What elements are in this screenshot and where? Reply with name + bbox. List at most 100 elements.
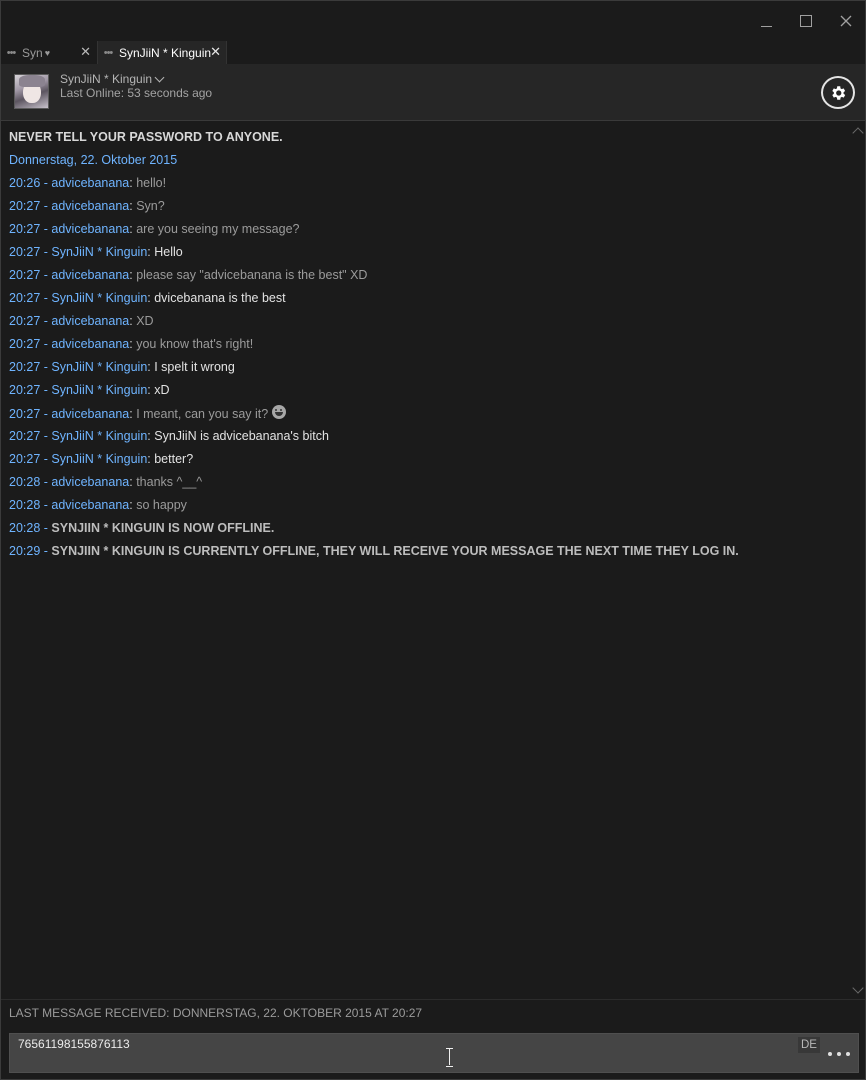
friend-header: SynJiiN * Kinguin Last Online: 53 second… [1, 64, 865, 121]
message-time: 20:29 [9, 544, 41, 558]
chat-message: 20:27 - SynJiiN * Kinguin: xD [9, 383, 170, 397]
message-time: 20:27 [9, 291, 41, 305]
tab-menu-icon[interactable]: ••• [98, 47, 116, 59]
system-text: SYNJIIN * KINGUIN IS NOW OFFLINE. [51, 521, 275, 535]
message-time: 20:27 [9, 222, 41, 236]
tab-label: Syn [22, 45, 43, 60]
dot-icon [837, 1052, 841, 1056]
system-message: 20:28 - SYNJIIN * KINGUIN IS NOW OFFLINE… [9, 521, 275, 535]
dot-icon [828, 1052, 832, 1056]
chat-log: NEVER TELL YOUR PASSWORD TO ANYONE. Donn… [1, 122, 851, 999]
message-time: 20:27 [9, 452, 41, 466]
system-text: SYNJIIN * KINGUIN IS CURRENTLY OFFLINE, … [51, 544, 739, 558]
tab-label: SynJiiN * Kinguin [119, 45, 212, 60]
chat-message: 20:27 - SynJiiN * Kinguin: I spelt it wr… [9, 360, 235, 374]
dot-icon [846, 1052, 850, 1056]
message-sender: advicebanana [51, 222, 130, 236]
chat-window: ••• Syn ♥ ✕ ••• SynJiiN * Kinguin ✕ SynJ… [0, 0, 866, 1080]
avatar[interactable] [14, 74, 49, 109]
last-message-received: LAST MESSAGE RECEIVED: DONNERSTAG, 22. O… [9, 1006, 423, 1020]
message-time: 20:27 [9, 245, 41, 259]
tab-close-icon[interactable]: ✕ [80, 44, 91, 60]
message-text: SynJiiN is advicebanana's bitch [154, 429, 329, 443]
message-time: 20:27 [9, 337, 41, 351]
system-message: 20:29 - SYNJIIN * KINGUIN IS CURRENTLY O… [9, 544, 739, 558]
chat-message: 20:27 - advicebanana: you know that's ri… [9, 337, 254, 351]
last-online-status: Last Online: 53 seconds ago [60, 86, 213, 100]
message-text: please say "advicebanana is the best" XD [136, 268, 368, 282]
friend-name-dropdown[interactable]: SynJiiN * Kinguin [60, 72, 165, 86]
grin-emoticon-icon [272, 405, 287, 419]
message-text: hello! [136, 176, 167, 190]
scroll-down-arrow-icon[interactable] [852, 985, 864, 995]
message-input-text[interactable]: 76561198155876113 [18, 1037, 130, 1051]
message-time: 20:27 [9, 314, 41, 328]
message-text: thanks ^__^ [136, 475, 203, 489]
message-text: so happy [136, 498, 187, 512]
minimize-icon[interactable] [754, 9, 778, 33]
chat-message: 20:27 - advicebanana: are you seeing my … [9, 222, 300, 236]
tab-close-icon[interactable]: ✕ [210, 44, 221, 60]
text-cursor-icon [446, 1048, 454, 1067]
message-sender: SynJiiN * Kinguin [51, 429, 148, 443]
date-header: Donnerstag, 22. Oktober 2015 [9, 153, 178, 167]
message-text: xD [154, 383, 170, 397]
heart-icon: ♥ [44, 47, 51, 58]
message-sender: SynJiiN * Kinguin [51, 245, 148, 259]
message-time: 20:28 [9, 521, 41, 535]
title-bar[interactable] [1, 1, 865, 41]
chat-message: 20:27 - advicebanana: XD [9, 314, 154, 328]
message-time: 20:26 [9, 176, 41, 190]
message-sender: advicebanana [51, 268, 130, 282]
message-text: better? [154, 452, 194, 466]
chat-message: 20:26 - advicebanana: hello! [9, 176, 167, 190]
tab-syn[interactable]: ••• Syn ♥ ✕ [1, 41, 96, 64]
message-sender: advicebanana [51, 314, 130, 328]
message-time: 20:27 [9, 199, 41, 213]
chat-message: 20:28 - advicebanana: thanks ^__^ [9, 475, 203, 489]
tab-menu-icon[interactable]: ••• [1, 47, 19, 59]
message-sender: SynJiiN * Kinguin [51, 383, 148, 397]
chevron-down-icon [154, 72, 165, 82]
maximize-icon[interactable] [794, 9, 818, 33]
message-text: Hello [154, 245, 183, 259]
message-time: 20:27 [9, 268, 41, 282]
friend-name: SynJiiN * Kinguin [60, 72, 153, 86]
chat-message: 20:28 - advicebanana: so happy [9, 498, 187, 512]
message-sender: advicebanana [51, 498, 130, 512]
settings-button[interactable] [821, 76, 855, 109]
message-sender: advicebanana [51, 407, 130, 421]
message-text: Syn? [136, 199, 165, 213]
message-time: 20:28 [9, 475, 41, 489]
chat-message: 20:27 - advicebanana: Syn? [9, 199, 165, 213]
message-sender: advicebanana [51, 475, 130, 489]
chat-message: 20:27 - advicebanana: I meant, can you s… [9, 405, 287, 422]
message-sender: SynJiiN * Kinguin [51, 360, 148, 374]
scroll-up-arrow-icon[interactable] [852, 125, 864, 135]
gear-icon [832, 85, 846, 100]
message-time: 20:27 [9, 360, 41, 374]
chat-message: 20:27 - advicebanana: please say "advice… [9, 268, 368, 282]
message-sender: advicebanana [51, 176, 130, 190]
message-input[interactable]: 76561198155876113 DE [9, 1033, 859, 1073]
message-sender: advicebanana [51, 199, 130, 213]
language-indicator: DE [798, 1037, 820, 1053]
message-text: are you seeing my message? [136, 222, 300, 236]
more-options-button[interactable] [828, 1052, 850, 1056]
message-time: 20:27 [9, 383, 41, 397]
message-text: I meant, can you say it? [136, 407, 269, 421]
chat-tabs: ••• Syn ♥ ✕ ••• SynJiiN * Kinguin ✕ [1, 41, 865, 64]
footer-divider [1, 999, 865, 1000]
chat-message: 20:27 - SynJiiN * Kinguin: Hello [9, 245, 183, 259]
chat-message: 20:27 - SynJiiN * Kinguin: dvicebanana i… [9, 291, 286, 305]
message-text: you know that's right! [136, 337, 254, 351]
chat-message: 20:27 - SynJiiN * Kinguin: better? [9, 452, 194, 466]
message-text: I spelt it wrong [154, 360, 235, 374]
message-sender: SynJiiN * Kinguin [51, 291, 148, 305]
message-sender: SynJiiN * Kinguin [51, 452, 148, 466]
close-window-icon[interactable] [834, 9, 858, 33]
message-sender: advicebanana [51, 337, 130, 351]
chat-message: 20:27 - SynJiiN * Kinguin: SynJiiN is ad… [9, 429, 329, 443]
message-time: 20:28 [9, 498, 41, 512]
tab-synjiin-kinguin[interactable]: ••• SynJiiN * Kinguin ✕ [97, 41, 227, 64]
